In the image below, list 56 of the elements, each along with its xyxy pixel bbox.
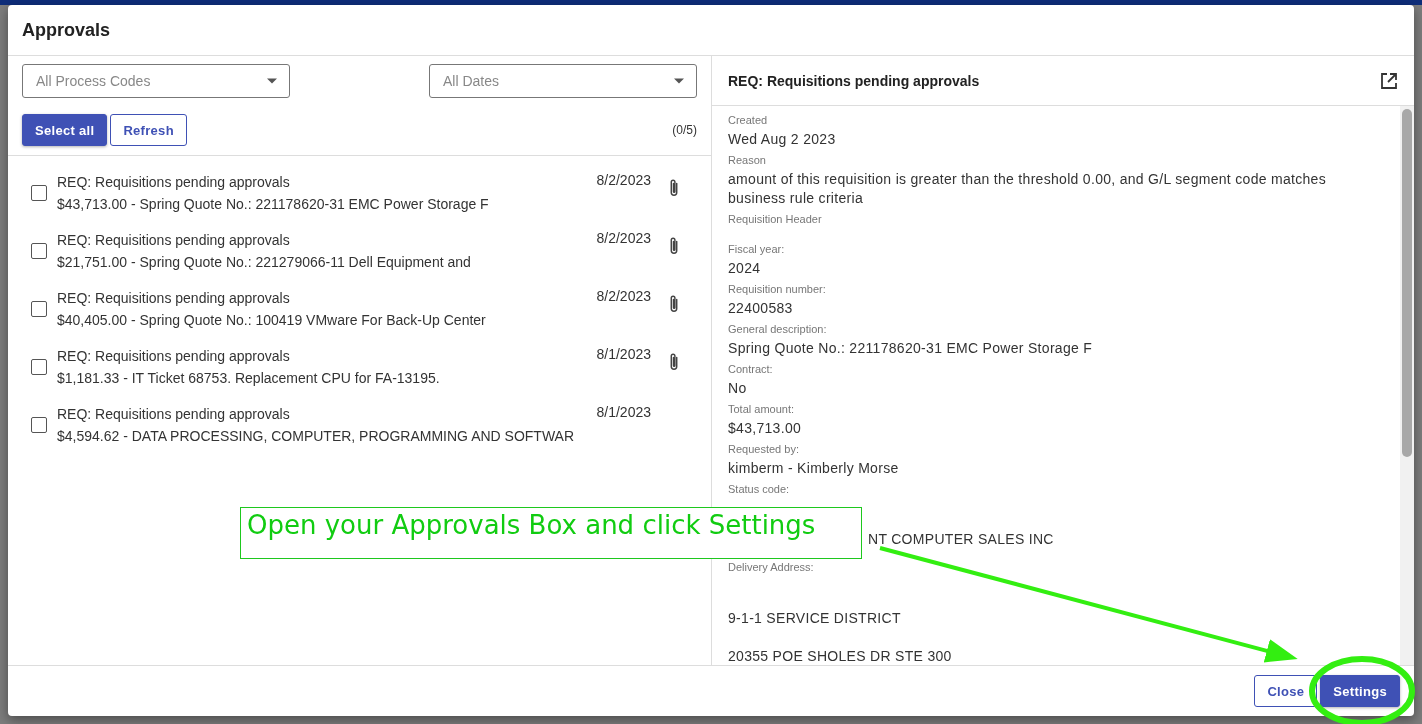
item-date: 8/1/2023: [596, 346, 651, 362]
checkbox[interactable]: [31, 185, 47, 201]
address-line: 9-1-1 SERVICE DISTRICT: [728, 609, 902, 627]
item-title: REQ: Requisitions pending approvals: [57, 232, 291, 248]
filter-dropdown[interactable]: All Process Codes: [22, 64, 290, 98]
item-summary: $21,751.00 - Spring Quote No.: 221279066-11 Dell Equipment and: [57, 254, 472, 270]
checkbox[interactable]: [31, 417, 47, 433]
field-value: NT COMPUTER SALES INC: [868, 529, 1055, 548]
item-date: 8/2/2023: [596, 230, 651, 246]
caret-icon: [267, 78, 277, 84]
field-label: Requisition number:: [728, 282, 826, 298]
field-value: Spring Quote No.: 221178620-31 EMC Power Storage F: [728, 339, 1094, 359]
address-line: 20355 POE SHOLES DR STE 300: [728, 647, 953, 665]
field-label: General description:: [728, 322, 827, 338]
settings-button[interactable]: Settings: [1320, 675, 1400, 707]
field-value: Wed Aug 2 2023: [728, 130, 837, 149]
field-label: Created: [728, 113, 768, 128]
caret-icon: [674, 78, 684, 84]
refresh-button[interactable]: Refresh: [110, 114, 187, 146]
detail-title: REQ: Requisitions pending approvals: [728, 72, 980, 89]
field-value: kimberm - Kimberly Morse: [728, 459, 900, 479]
checkbox[interactable]: [31, 359, 47, 375]
item-summary: $1,181.33 - IT Ticket 68753. Replacement CPU for FA-13195.: [57, 370, 441, 386]
item-summary: $40,405.00 - Spring Quote No.: 100419 VMware For Back-Up Center: [57, 312, 487, 328]
field-label: Status code:: [728, 482, 790, 498]
field-label: Contract:: [728, 362, 773, 378]
field-value: 22400583: [728, 299, 794, 319]
item-date: 8/2/2023: [596, 288, 651, 304]
selection-count: (0/5): [672, 123, 697, 137]
field-value: amount of this requisition is greater than the threshold 0.00, and G/L segment code matches business rule criteria: [728, 170, 1327, 208]
scrollbar-thumb[interactable]: [1402, 109, 1412, 457]
item-summary: $4,594.62 - DATA PROCESSING, COMPUTER, PROGRAMMING AND SOFTWAR: [57, 428, 576, 444]
annotation-callout: Open your Approvals Box and click Settings: [240, 507, 862, 559]
field-label: Requisition Header: [728, 212, 822, 227]
select-all-button[interactable]: Select all: [22, 114, 108, 146]
field-value: No: [728, 379, 748, 399]
field-label: Requested by:: [728, 442, 799, 458]
open-external-icon[interactable]: [1380, 71, 1398, 90]
field-value: $43,713.00: [728, 419, 803, 439]
filter-dropdown[interactable]: All Dates: [429, 64, 697, 98]
item-date: 8/1/2023: [596, 404, 651, 420]
item-title: REQ: Requisitions pending approvals: [57, 174, 291, 190]
field-label: Fiscal year:: [728, 242, 785, 258]
field-label: Reason: [728, 153, 766, 168]
field-value: 2024: [728, 259, 762, 279]
item-title: REQ: Requisitions pending approvals: [57, 348, 291, 364]
item-title: REQ: Requisitions pending approvals: [57, 406, 291, 422]
field-label: Delivery Address:: [728, 559, 814, 575]
dialog-title: Approvals: [22, 19, 111, 41]
item-title: REQ: Requisitions pending approvals: [57, 290, 291, 306]
field-label: Total amount:: [728, 402, 795, 418]
item-date: 8/2/2023: [596, 172, 651, 188]
checkbox[interactable]: [31, 301, 47, 317]
close-button[interactable]: Close: [1254, 675, 1318, 707]
item-summary: $43,713.00 - Spring Quote No.: 221178620-31 EMC Power Storage F: [57, 196, 490, 212]
checkbox[interactable]: [31, 243, 47, 259]
